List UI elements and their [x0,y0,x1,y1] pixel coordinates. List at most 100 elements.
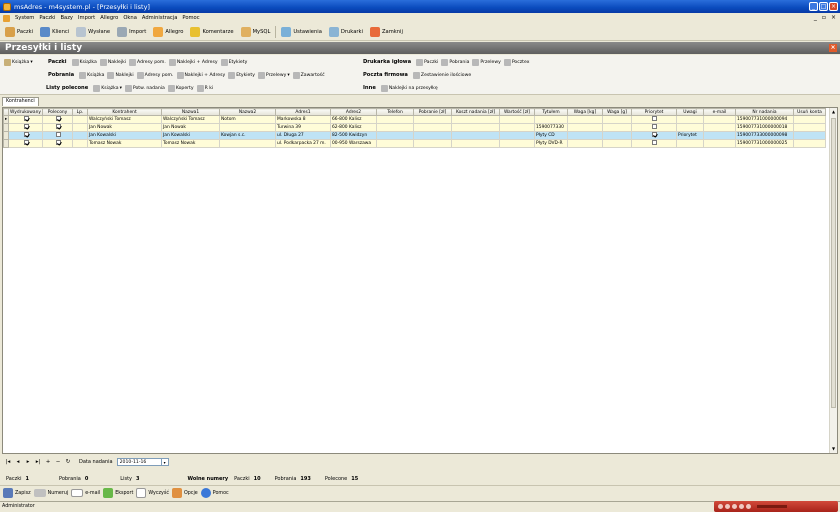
ribbon-paczki-naklejki-adresy[interactable]: Naklejki + Adresy [168,58,218,66]
table-cell[interactable] [499,123,535,132]
table-cell[interactable]: Płyty CD [534,131,568,140]
table-cell[interactable]: Tomasz Nowak [87,139,162,148]
ribbon-paczki-adresy[interactable]: Adresy pom. [129,58,166,66]
table-cell[interactable]: Jan Nowak [161,123,220,132]
table-cell[interactable] [72,139,88,148]
table-cell[interactable] [72,115,88,124]
minimize-button[interactable]: _ [809,2,818,11]
email-button[interactable]: e-mail [71,489,100,497]
checkbox-cell[interactable] [8,139,43,148]
first-record-icon[interactable]: |◂ [5,459,11,465]
wydrukowany-checkbox[interactable] [23,116,29,121]
ribbon-paczki-etykiety[interactable]: Etykiety [220,58,247,66]
table-cell[interactable] [602,123,632,132]
checkbox-cell[interactable] [8,115,43,124]
table-cell[interactable] [567,131,603,140]
column-header[interactable]: Uwagi [676,108,704,116]
menu-bazy[interactable]: Bazy [60,15,73,21]
table-cell[interactable]: 82-500 Kwidzyn [330,131,377,140]
toolbar-komentarze-button[interactable]: Komentarze [188,27,235,37]
table-cell[interactable]: Płyty DVD-R [534,139,568,148]
table-cell[interactable]: Kowjan s.c. [219,131,276,140]
polecony-checkbox[interactable] [55,116,61,121]
table-cell[interactable]: 159007731000000025 [735,139,794,148]
ribbon-poczta-zestawienie[interactable]: Zestawienie ilościowe [412,71,471,79]
table-cell[interactable] [602,139,632,148]
ribbon-drukarka-pocztex[interactable]: Pocztex [503,58,529,66]
ribbon-pobrania-przelewy[interactable]: Przelewy ▾ [257,71,290,79]
table-cell[interactable] [376,115,414,124]
checkbox-cell[interactable] [631,123,677,132]
tray-icon[interactable] [718,504,723,509]
polecony-checkbox[interactable] [55,132,61,137]
ribbon-pobrania-ksiazka[interactable]: Książka [79,71,104,79]
table-cell[interactable] [793,131,826,140]
table-cell[interactable]: 00-950 Warszawa [330,139,377,148]
refresh-icon[interactable]: ↻ [65,459,71,465]
ribbon-polecone-rki[interactable]: R ki [196,84,213,92]
checkbox-cell[interactable] [631,131,677,140]
column-header[interactable]: Waga [g] [602,108,632,116]
table-cell[interactable] [413,139,452,148]
column-header[interactable]: Polecony [42,108,73,116]
table-cell[interactable] [499,139,535,148]
menu-pomoc[interactable]: Pomoc [182,15,199,21]
checkbox-cell[interactable] [42,123,73,132]
table-cell[interactable]: 1590077330 [534,123,568,132]
table-cell[interactable] [413,123,452,132]
table-cell[interactable] [567,123,603,132]
table-cell[interactable] [451,123,500,132]
table-cell[interactable] [413,115,452,124]
save-button[interactable]: Zapisz [3,488,31,498]
table-cell[interactable]: Jan Kowalski [87,131,162,140]
ribbon-inne-naklejki[interactable]: Naklejki na przesyłkę [380,84,438,92]
table-cell[interactable] [72,131,88,140]
column-header[interactable]: Wartość [zł] [499,108,535,116]
table-cell[interactable] [451,131,500,140]
table-cell[interactable] [703,115,736,124]
table-cell[interactable] [219,123,276,132]
table-cell[interactable] [793,115,826,124]
numeruj-button[interactable]: Numeruj [33,489,68,497]
menu-system[interactable]: System [15,15,34,21]
table-cell[interactable]: ul. Długa 27 [275,131,331,140]
table-cell[interactable] [703,123,736,132]
export-button[interactable]: Eksport [103,488,133,498]
table-row[interactable]: Tomasz Nowak Tomasz Nowak ul. Podkarpacka … [3,139,826,148]
checkbox-cell[interactable] [42,139,73,148]
checkbox-cell[interactable] [42,131,73,140]
column-header[interactable]: Nazwa1 [161,108,220,116]
column-header[interactable]: Priorytet [631,108,677,116]
column-header[interactable]: Tytułem [534,108,568,116]
checkbox-cell[interactable] [8,131,43,140]
table-cell[interactable]: Jan Kowalski [161,131,220,140]
table-cell[interactable]: Jan Nowak [87,123,162,132]
scroll-thumb[interactable] [831,118,836,408]
table-cell[interactable] [376,123,414,132]
toolbar-ustawienia-button[interactable]: Ustawienia [279,27,324,37]
scroll-up-icon[interactable]: ▲ [831,109,836,115]
mdi-minimize-button[interactable]: _ [814,14,817,21]
table-cell[interactable] [534,115,568,124]
vertical-scrollbar[interactable]: ▲ ▼ [829,108,837,453]
toolbar-wyslane-button[interactable]: Wysłane [74,27,112,37]
table-cell[interactable] [219,139,276,148]
table-cell[interactable]: Priorytet [676,131,704,140]
table-cell[interactable] [72,123,88,132]
menu-allegro[interactable]: Allegro [100,15,118,21]
column-header[interactable]: Wydrukowany [8,108,43,116]
table-cell[interactable]: Tomasz Nowak [161,139,220,148]
table-cell[interactable] [413,131,452,140]
options-button[interactable]: Opcje [171,488,198,498]
tray-icon[interactable] [725,504,730,509]
close-button[interactable]: × [829,2,838,11]
table-row[interactable]: ▸ Walczyński Tomasz Walczyński Tomasz Notom… [3,115,826,124]
toolbar-klienci-button[interactable]: Klienci [38,27,71,37]
table-cell[interactable] [499,131,535,140]
ribbon-drukarka-paczki[interactable]: Paczki [416,58,438,66]
column-header[interactable]: Nazwa2 [219,108,276,116]
column-header[interactable]: e-mail [703,108,736,116]
table-cell[interactable] [793,139,826,148]
ribbon-pobrania-zawartosc[interactable]: Zawartość [292,71,325,79]
table-cell[interactable] [567,139,603,148]
